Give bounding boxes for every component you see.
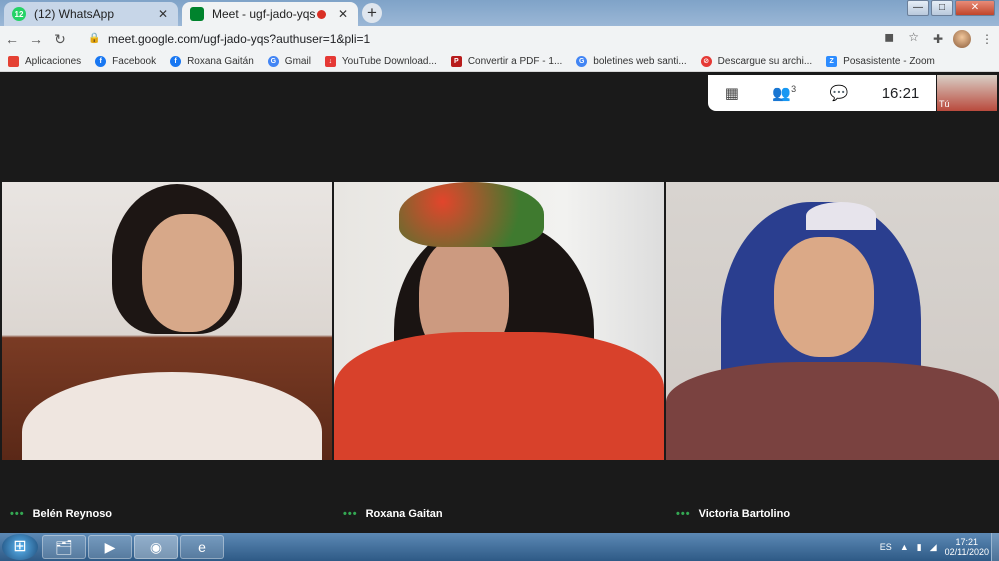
participant-video-tile[interactable] xyxy=(334,182,664,460)
system-tray: ES ▲ ▮ ◢ 17:21 02/11/2020 xyxy=(880,537,989,557)
self-label: Tú xyxy=(939,99,950,109)
bookmark-boletines[interactable]: Gboletines web santi... xyxy=(576,56,687,67)
url-input[interactable]: 🔒 meet.google.com/ugf-jado-yqs?authuser=… xyxy=(82,28,922,49)
google-icon: G xyxy=(576,56,588,67)
url-text: meet.google.com/ugf-jado-yqs?authuser=1&… xyxy=(108,31,371,46)
menu-icon[interactable]: ⋮ xyxy=(981,32,993,46)
bookmark-gmail[interactable]: G Gmail xyxy=(267,56,311,67)
apps-grid-icon xyxy=(8,56,19,67)
forward-icon[interactable]: → xyxy=(24,31,48,47)
people-button[interactable]: 👥3 xyxy=(772,84,796,102)
bookmark-star-icon[interactable]: ☆ xyxy=(908,30,919,44)
network-icon[interactable]: ▮ xyxy=(917,542,922,553)
close-tab-icon[interactable]: ✕ xyxy=(156,7,170,21)
maximize-button[interactable]: □ xyxy=(931,0,953,16)
close-window-button[interactable]: ✕ xyxy=(955,0,995,16)
self-view-tile[interactable]: Tú xyxy=(937,75,997,111)
back-icon[interactable]: ← xyxy=(0,31,24,47)
meet-stage: ▦ 👥3 💬 16:21 Tú ••• Belén Reynoso ••• Ro… xyxy=(0,72,999,533)
window-controls: — □ ✕ xyxy=(905,0,995,16)
chat-icon[interactable]: 💬 xyxy=(830,84,849,102)
audio-indicator-icon: ••• xyxy=(343,508,358,520)
internet-explorer-icon[interactable]: e xyxy=(180,535,224,559)
meeting-clock: 16:21 xyxy=(881,84,920,102)
reload-icon[interactable]: ↻ xyxy=(48,31,72,48)
participant-video-tile[interactable] xyxy=(666,182,999,460)
clock-time: 17:21 xyxy=(955,537,979,547)
bookmark-apps[interactable]: Aplicaciones xyxy=(8,56,81,67)
audio-indicator-icon: ••• xyxy=(10,508,25,520)
zoom-icon: Z xyxy=(826,56,838,67)
meet-icon xyxy=(190,7,204,21)
bookmarks-bar: Aplicaciones f Facebook f Roxana Gaitán GG… xyxy=(0,52,999,72)
lock-icon[interactable]: 🔒 xyxy=(88,33,102,44)
profile-avatar[interactable] xyxy=(953,30,971,48)
media-player-icon[interactable]: ▶ xyxy=(88,535,132,559)
start-button[interactable]: ⊞ xyxy=(2,534,38,560)
camera-icon[interactable]: ◼ xyxy=(884,30,894,44)
show-desktop-button[interactable] xyxy=(991,533,999,561)
facebook-icon: f xyxy=(170,56,182,67)
volume-icon[interactable]: ◢ xyxy=(930,542,937,553)
bookmark-roxana[interactable]: f Roxana Gaitán xyxy=(170,56,254,67)
participant-name-label: ••• Roxana Gaitan xyxy=(343,508,443,520)
google-icon: G xyxy=(267,56,279,67)
tab-title: Meet - ugf-jado-yqs xyxy=(212,7,316,21)
browser-tab-strip: 12 (12) WhatsApp ✕ Meet - ugf-jado-yqs ✕… xyxy=(0,0,999,26)
extensions-icon[interactable]: ✚ xyxy=(933,32,943,46)
minimize-button[interactable]: — xyxy=(907,0,929,16)
participant-name-label: ••• Victoria Bartolino xyxy=(676,508,791,520)
whatsapp-icon: 12 xyxy=(12,7,26,21)
meet-top-controls: ▦ 👥3 💬 16:21 xyxy=(708,75,936,111)
grid-layout-icon[interactable]: ▦ xyxy=(725,84,739,102)
clock-date: 02/11/2020 xyxy=(944,547,989,557)
bookmark-pdf[interactable]: P Convertir a PDF - 1... xyxy=(450,56,562,67)
participant-video-tile[interactable] xyxy=(2,182,332,460)
close-tab-icon[interactable]: ✕ xyxy=(336,7,350,21)
bookmark-facebook[interactable]: f Facebook xyxy=(95,56,156,67)
tab-whatsapp[interactable]: 12 (12) WhatsApp ✕ xyxy=(4,2,178,26)
tray-expand-icon[interactable]: ▲ xyxy=(900,542,909,552)
language-indicator[interactable]: ES xyxy=(880,542,892,552)
file-explorer-icon[interactable]: 🗂 xyxy=(42,535,86,559)
tab-meet[interactable]: Meet - ugf-jado-yqs ✕ xyxy=(182,2,358,26)
chrome-icon[interactable]: ◉ xyxy=(134,535,178,559)
blocked-icon: ⊘ xyxy=(700,56,712,67)
address-bar-row: ← → ↻ 🔒 meet.google.com/ugf-jado-yqs?aut… xyxy=(0,26,999,52)
people-count: 3 xyxy=(791,84,797,94)
bookmark-youtube-download[interactable]: ↓ YouTube Download... xyxy=(324,56,437,67)
people-icon: 👥 xyxy=(772,85,792,102)
audio-indicator-icon: ••• xyxy=(676,508,691,520)
participant-name-label: ••• Belén Reynoso xyxy=(10,508,113,520)
facebook-icon: f xyxy=(95,56,107,67)
download-icon: ↓ xyxy=(324,56,336,67)
windows-taskbar: ⊞ 🗂 ▶ ◉ e ES ▲ ▮ ◢ 17:21 02/11/2020 xyxy=(0,533,999,561)
pdf-icon: P xyxy=(450,56,462,67)
recording-icon xyxy=(317,9,326,19)
bookmark-zoom[interactable]: Z Posasistente - Zoom xyxy=(826,56,935,67)
new-tab-button[interactable]: + xyxy=(362,3,382,23)
tab-title: (12) WhatsApp xyxy=(34,7,115,21)
bookmark-descargue[interactable]: ⊘ Descargue su archi... xyxy=(700,56,812,67)
system-clock[interactable]: 17:21 02/11/2020 xyxy=(945,537,989,557)
